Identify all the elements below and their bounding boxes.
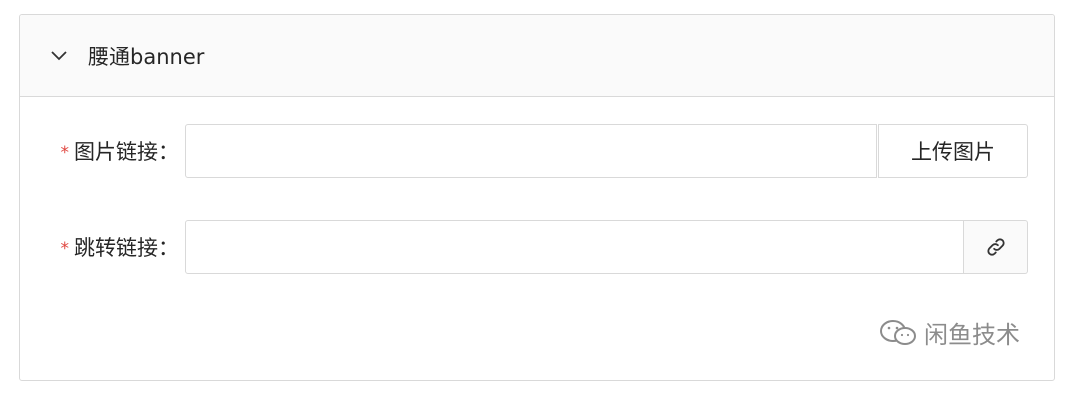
chevron-down-icon[interactable] <box>50 47 68 65</box>
form-row-jump-link: * 跳转链接： <box>20 220 1028 274</box>
image-link-input[interactable] <box>185 124 877 178</box>
watermark: 闲鱼技术 <box>878 315 1020 350</box>
form-row-image-link: * 图片链接： 上传图片 <box>20 124 1028 178</box>
required-mark: * <box>60 143 70 163</box>
jump-link-input[interactable] <box>185 220 964 274</box>
link-icon <box>986 238 1005 256</box>
watermark-text: 闲鱼技术 <box>924 321 1020 349</box>
collapse-panel: 腰通banner * 图片链接： 上传图片 * 跳转链接： 闲鱼技术 <box>19 14 1055 381</box>
upload-image-button[interactable]: 上传图片 <box>878 124 1028 178</box>
panel-title: 腰通banner <box>88 44 205 69</box>
jump-link-label: * 跳转链接： <box>60 236 180 260</box>
panel-header[interactable]: 腰通banner <box>20 15 1054 97</box>
required-mark: * <box>60 239 70 259</box>
wechat-icon <box>880 319 916 345</box>
image-link-label: * 图片链接： <box>60 140 180 164</box>
link-button[interactable] <box>964 220 1028 274</box>
